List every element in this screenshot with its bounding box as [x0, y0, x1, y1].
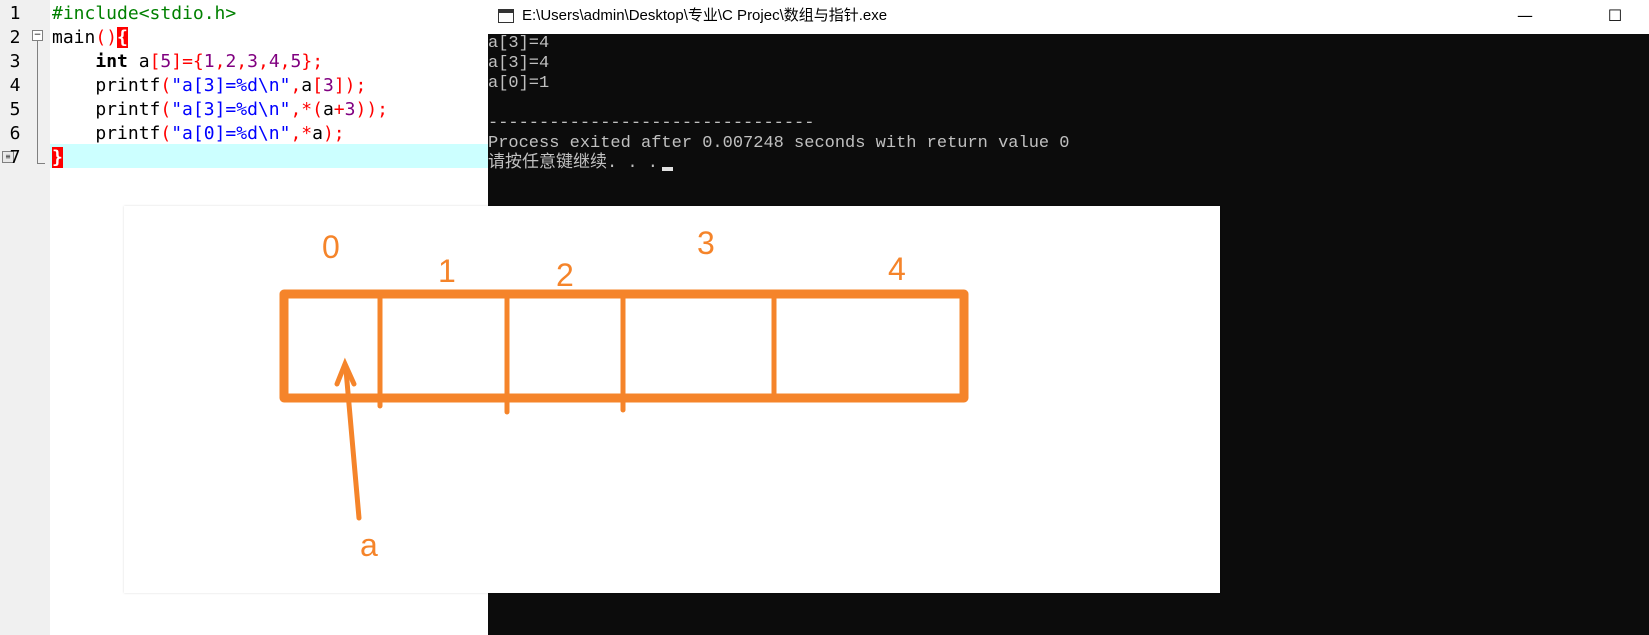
index-label-0: 0 [322, 229, 340, 265]
code-line[interactable]: printf("a[3]=%d\n",*(a+3)); [52, 98, 388, 122]
code-token: ,*( [290, 99, 323, 120]
line-number: 3 [9, 51, 21, 72]
line-number: 5 [9, 99, 21, 120]
console-output-text: Process exited after 0.007248 seconds wi… [488, 134, 1070, 153]
line-number: 2 [9, 27, 21, 48]
console-output-line: a[3]=4 [488, 54, 549, 74]
index-label-3: 3 [697, 225, 715, 261]
code-token: , [214, 51, 226, 72]
code-token: int [95, 51, 128, 72]
code-token: ]); [333, 75, 367, 96]
code-token: ( [160, 75, 172, 96]
code-token: [ [312, 75, 323, 96]
code-token: ( [160, 123, 172, 144]
code-token: 1 [203, 51, 215, 72]
code-token: #include<stdio.h> [52, 3, 237, 24]
code-token: a [301, 75, 313, 96]
console-app-icon [498, 9, 514, 23]
code-token: }; [301, 51, 324, 72]
line-number: 7 [9, 147, 21, 168]
index-label-4: 4 [888, 251, 906, 287]
code-token: ); [322, 123, 345, 144]
code-token: printf [52, 99, 161, 120]
console-output-text: 请按任意键继续. . . [488, 154, 659, 173]
code-token: )); [355, 99, 388, 120]
code-line[interactable]: int a[5]={1,2,3,4,5}; [52, 50, 323, 74]
code-token: a [312, 123, 323, 144]
pointer-arrow-shaft [343, 367, 362, 521]
code-token: ,* [290, 123, 313, 144]
code-token: + [333, 99, 345, 120]
console-output-line: 请按任意键继续. . . [488, 154, 674, 174]
line-number: 4 [9, 75, 21, 96]
minimize-button[interactable]: — [1502, 0, 1548, 34]
code-token: () [95, 27, 118, 48]
code-token: 4 [268, 51, 280, 72]
code-token: } [52, 147, 63, 168]
code-token: ]={ [171, 51, 204, 72]
code-token: 3 [344, 99, 356, 120]
console-titlebar[interactable]: E:\Users\admin\Desktop\专业\C Projec\数组与指针… [488, 0, 1649, 34]
line-number: 6 [9, 123, 21, 144]
console-output-line: -------------------------------- [488, 114, 814, 134]
code-line[interactable]: printf("a[3]=%d\n",a[3]); [52, 74, 366, 98]
code-token: , [290, 75, 302, 96]
maximize-button[interactable]: ☐ [1592, 0, 1638, 34]
line-number-gutter: − ≡ 1234567 [0, 0, 50, 635]
current-line-highlight [50, 144, 488, 168]
console-output-line: Process exited after 0.007248 seconds wi… [488, 134, 1070, 154]
index-label-2: 2 [556, 257, 574, 293]
text-cursor [662, 167, 674, 171]
code-token: printf [52, 75, 161, 96]
code-token: ( [160, 99, 172, 120]
fold-guide-line [37, 41, 38, 163]
code-token: 3 [247, 51, 258, 72]
code-token: a [322, 99, 334, 120]
code-token: 2 [225, 51, 237, 72]
code-token: 5 [160, 51, 172, 72]
code-token: "a[3]=%d\n" [171, 99, 291, 120]
console-output-text: a[0]=1 [488, 74, 550, 93]
console-output-line: a[3]=4 [488, 34, 549, 54]
code-token: printf [52, 123, 161, 144]
code-token: , [279, 51, 291, 72]
code-line[interactable]: } [52, 146, 63, 170]
index-label-1: 1 [438, 253, 456, 289]
code-token: main [52, 27, 96, 48]
code-token: "a[0]=%d\n" [171, 123, 291, 144]
pointer-label-a: a [360, 527, 378, 563]
console-title: E:\Users\admin\Desktop\专业\C Projec\数组与指针… [522, 7, 888, 24]
code-token: , [236, 51, 248, 72]
array-diagram-svg: 0 1 2 3 4 a [279, 225, 969, 563]
line-number: 1 [9, 3, 21, 24]
code-token: a [127, 51, 150, 72]
fold-collapse-icon[interactable]: − [32, 30, 43, 41]
console-output-text: a[3]=4 [488, 54, 550, 73]
fold-guide-end [37, 163, 45, 164]
code-token: "a[3]=%d\n" [171, 75, 291, 96]
code-token: [ [149, 51, 161, 72]
code-line[interactable]: printf("a[0]=%d\n",*a); [52, 122, 345, 146]
console-output-text: a[3]=4 [488, 34, 550, 53]
code-token: { [117, 27, 128, 48]
code-token: 3 [322, 75, 334, 96]
console-output-line: a[0]=1 [488, 74, 549, 94]
code-line[interactable]: main(){ [52, 26, 128, 50]
code-token: , [257, 51, 269, 72]
code-token: 5 [290, 51, 302, 72]
console-output-text: -------------------------------- [488, 114, 815, 133]
code-line[interactable]: #include<stdio.h> [52, 2, 236, 26]
array-diagram: 0 1 2 3 4 a [124, 206, 1220, 593]
